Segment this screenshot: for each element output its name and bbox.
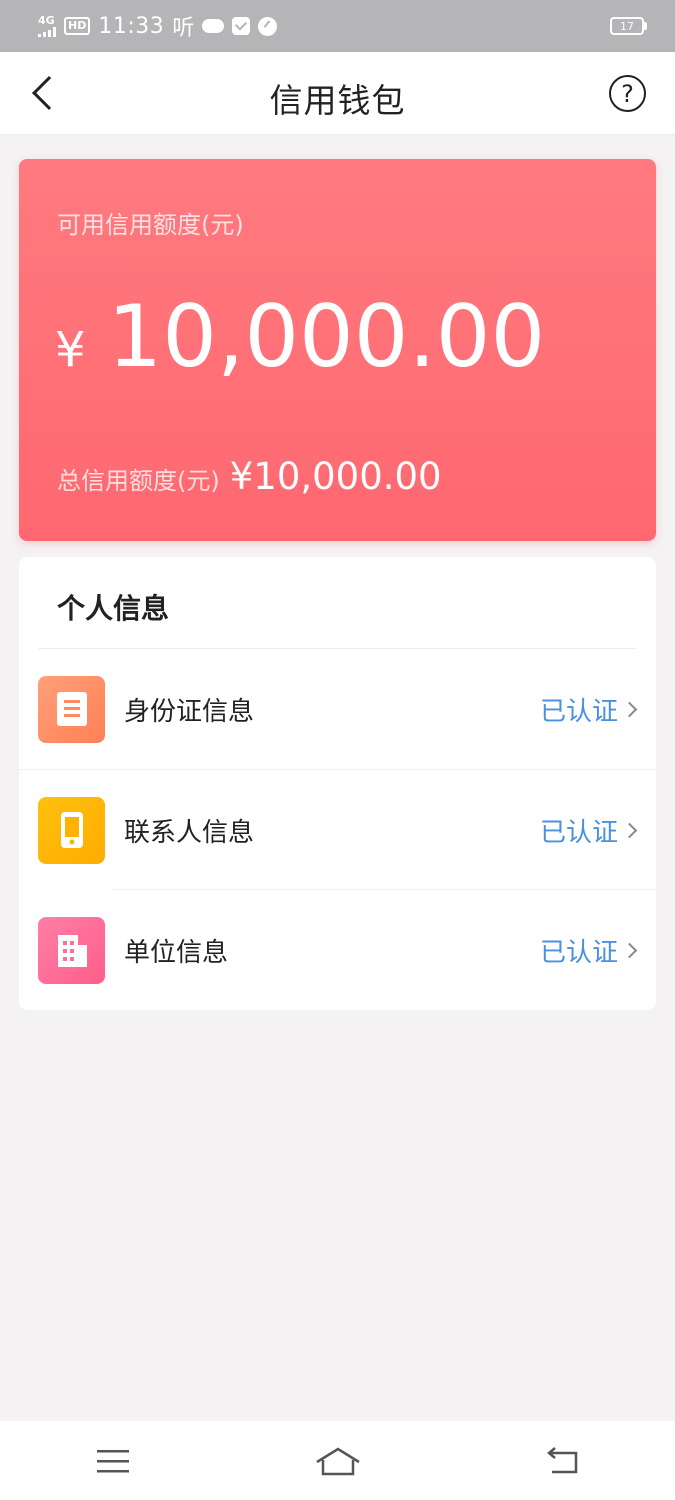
building-icon [38, 916, 105, 984]
signal-icon: 4G [38, 15, 56, 37]
speed-icon [258, 16, 278, 36]
cloud-icon [202, 19, 225, 33]
id-card-icon [38, 675, 105, 743]
menu-icon [96, 1449, 129, 1472]
verified-status: 已认证 [539, 817, 618, 848]
row-label: 单位信息 [124, 937, 229, 968]
app-header: 信用钱包 ? [0, 52, 675, 135]
listen-icon: 听 [172, 16, 195, 41]
battery-level: 17 [620, 19, 634, 33]
return-button[interactable] [533, 1436, 593, 1486]
section-title: 个人信息 [57, 592, 170, 625]
battery-icon: 17 [610, 17, 647, 35]
personal-info-section: 个人信息 身份证信息 已认证 联系人信息 已认证 单位信息 已认证 [19, 557, 656, 1010]
home-icon [315, 1447, 360, 1475]
hd-badge: HD [64, 17, 91, 35]
company-info-row[interactable]: 单位信息 已认证 [19, 890, 656, 1010]
page-title: 信用钱包 [269, 81, 406, 120]
status-time: 11:33 [98, 13, 165, 39]
mail-icon [232, 17, 251, 35]
network-type: 4G [38, 14, 55, 27]
total-credit-amount: ¥10,000.00 [229, 455, 442, 498]
chevron-right-icon [621, 822, 638, 838]
status-left: 4G HD 11:33 听 [38, 10, 278, 42]
available-credit-label: 可用信用额度(元) [57, 211, 244, 239]
row-label: 联系人信息 [124, 817, 255, 848]
total-credit: 总信用额度(元) ¥10,000.00 [57, 455, 442, 498]
status-bar: 4G HD 11:33 听 17 [0, 0, 675, 52]
help-button[interactable]: ? [609, 75, 646, 112]
available-credit: ¥ 10,000.00 [55, 287, 545, 387]
currency-symbol: ¥ [55, 322, 86, 378]
home-button[interactable] [308, 1436, 368, 1486]
id-card-info-row[interactable]: 身份证信息 已认证 [19, 649, 656, 769]
system-nav-bar [0, 1421, 675, 1500]
menu-button[interactable] [83, 1436, 143, 1486]
phone-icon [38, 796, 105, 864]
chevron-right-icon [621, 942, 638, 958]
chevron-right-icon [621, 701, 638, 717]
row-label: 身份证信息 [124, 696, 255, 727]
contact-info-row[interactable]: 联系人信息 已认证 [19, 770, 656, 890]
verified-status: 已认证 [539, 937, 618, 968]
help-icon: ? [621, 79, 634, 108]
credit-card: 可用信用额度(元) ¥ 10,000.00 总信用额度(元) ¥10,000.0… [19, 159, 656, 541]
total-credit-label: 总信用额度(元) [57, 467, 220, 495]
available-credit-amount: 10,000.00 [107, 287, 546, 387]
verified-status: 已认证 [539, 696, 618, 727]
return-icon [546, 1446, 577, 1473]
